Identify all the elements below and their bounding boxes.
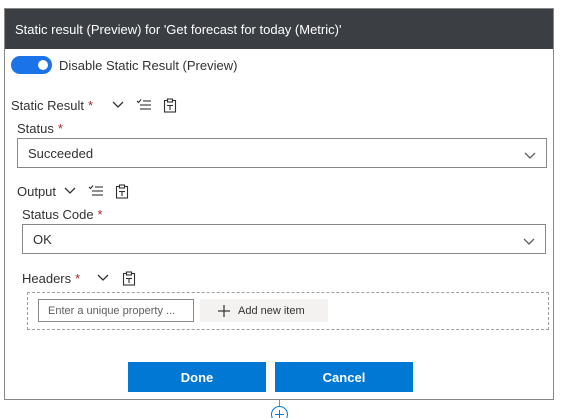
status-select[interactable]: Succeeded: [17, 138, 547, 168]
toggle-label: Disable Static Result (Preview): [59, 57, 238, 73]
required-marker: *: [75, 270, 81, 286]
clipboard-icon[interactable]: [161, 96, 179, 114]
static-result-label: Static Result *: [11, 98, 93, 113]
clipboard-icon[interactable]: [120, 269, 138, 287]
status-label-text: Status: [17, 121, 54, 136]
done-label: Done: [180, 369, 214, 385]
output-header: Output: [17, 182, 131, 200]
headers-label: Headers *: [22, 271, 80, 286]
status-value: Succeeded: [28, 145, 94, 161]
chevron-down-icon: [524, 148, 536, 163]
add-new-item-label: Add new item: [238, 304, 305, 317]
output-label: Output: [17, 183, 57, 199]
cancel-label: Cancel: [322, 369, 366, 385]
list-check-icon[interactable]: [87, 182, 105, 200]
status-label-row: Status *: [17, 121, 63, 136]
headers-label-text: Headers: [22, 270, 72, 286]
status-code-label-row: Status Code *: [22, 207, 103, 222]
status-code-label: Status Code *: [22, 207, 103, 222]
disable-static-result-row: Disable Static Result (Preview): [11, 56, 237, 74]
disable-static-result-toggle[interactable]: [11, 56, 52, 74]
chevron-down-icon[interactable]: [61, 182, 79, 200]
property-name-input[interactable]: [38, 299, 194, 322]
static-result-header: Static Result *: [11, 96, 179, 114]
status-code-value: OK: [33, 231, 52, 247]
clipboard-icon[interactable]: [113, 182, 131, 200]
list-check-icon[interactable]: [135, 96, 153, 114]
required-marker: *: [57, 121, 63, 136]
status-label: Status *: [17, 121, 63, 136]
dialog-title-bar: Static result (Preview) for 'Get forecas…: [5, 9, 553, 49]
status-code-label-text: Status Code: [22, 207, 94, 222]
required-marker: *: [87, 97, 94, 113]
static-result-dialog: Static result (Preview) for 'Get forecas…: [4, 8, 554, 400]
chevron-down-icon[interactable]: [94, 269, 112, 287]
required-marker: *: [97, 207, 103, 222]
toggle-knob: [38, 60, 48, 70]
add-new-item-button[interactable]: Add new item: [200, 299, 328, 322]
headers-editor: Add new item: [27, 292, 549, 330]
dialog-title: Static result (Preview) for 'Get forecas…: [15, 21, 342, 37]
add-step-icon[interactable]: [271, 406, 288, 418]
chevron-down-icon: [523, 234, 535, 249]
status-code-select[interactable]: OK: [22, 224, 546, 254]
chevron-down-icon[interactable]: [109, 96, 127, 114]
plus-icon: [218, 304, 230, 317]
cancel-button[interactable]: Cancel: [275, 362, 413, 392]
headers-header: Headers *: [22, 269, 138, 287]
static-result-label-text: Static Result: [11, 97, 84, 113]
done-button[interactable]: Done: [128, 362, 266, 392]
